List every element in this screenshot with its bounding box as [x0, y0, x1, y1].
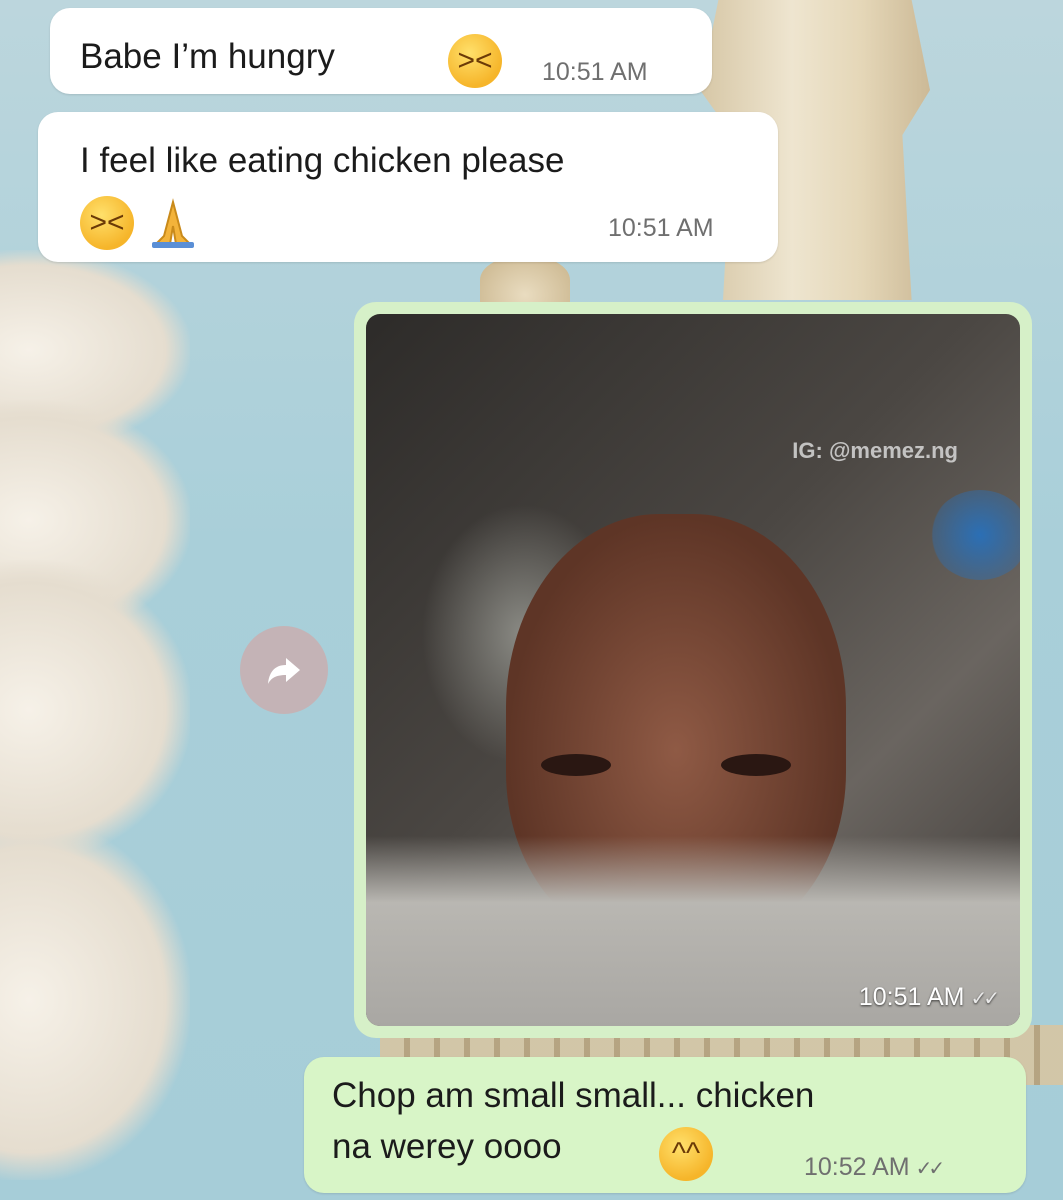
weary-face-emoji: ><	[448, 34, 502, 88]
grinning-sweat-emoji: ^^	[659, 1127, 713, 1181]
message-text: I feel like eating chicken please	[80, 141, 565, 180]
message-text: Babe I’m hungry	[80, 37, 335, 76]
photo-eye	[541, 754, 611, 776]
message-line: Chop am small small... chicken	[332, 1076, 815, 1115]
double-check-icon: ✓✓	[915, 1158, 945, 1180]
message-timestamp: 10:51 AM	[608, 214, 714, 242]
forward-arrow-icon	[268, 658, 300, 684]
incoming-message-bubble[interactable]: Babe I’m hungry >< 10:51 AM	[50, 8, 712, 94]
weary-face-emoji: ><	[80, 196, 134, 250]
wallpaper-dome	[480, 255, 570, 305]
double-check-icon: ✓✓	[970, 988, 999, 1010]
message-timestamp: 10:52 AM ✓✓	[804, 1153, 945, 1181]
forward-button[interactable]	[240, 626, 328, 714]
wallpaper-lace	[0, 560, 190, 860]
message-timestamp: 10:51 AM ✓✓	[858, 983, 1000, 1011]
message-timestamp: 10:51 AM	[542, 58, 648, 86]
meme-photo[interactable]: IG: @memez.ng 10:51 AM ✓✓	[366, 314, 1020, 1026]
photo-eye	[721, 754, 791, 776]
folded-hands-emoji	[146, 196, 200, 250]
incoming-message-bubble[interactable]: I feel like eating chicken please >< 10:…	[38, 112, 778, 262]
outgoing-image-message[interactable]: IG: @memez.ng 10:51 AM ✓✓	[354, 302, 1032, 1038]
outgoing-message-bubble[interactable]: Chop am small small... chicken na werey …	[304, 1057, 1026, 1193]
photo-blue-spot	[930, 490, 1020, 580]
photo-watermark: IG: @memez.ng	[792, 438, 958, 463]
wallpaper-lace	[0, 820, 190, 1180]
